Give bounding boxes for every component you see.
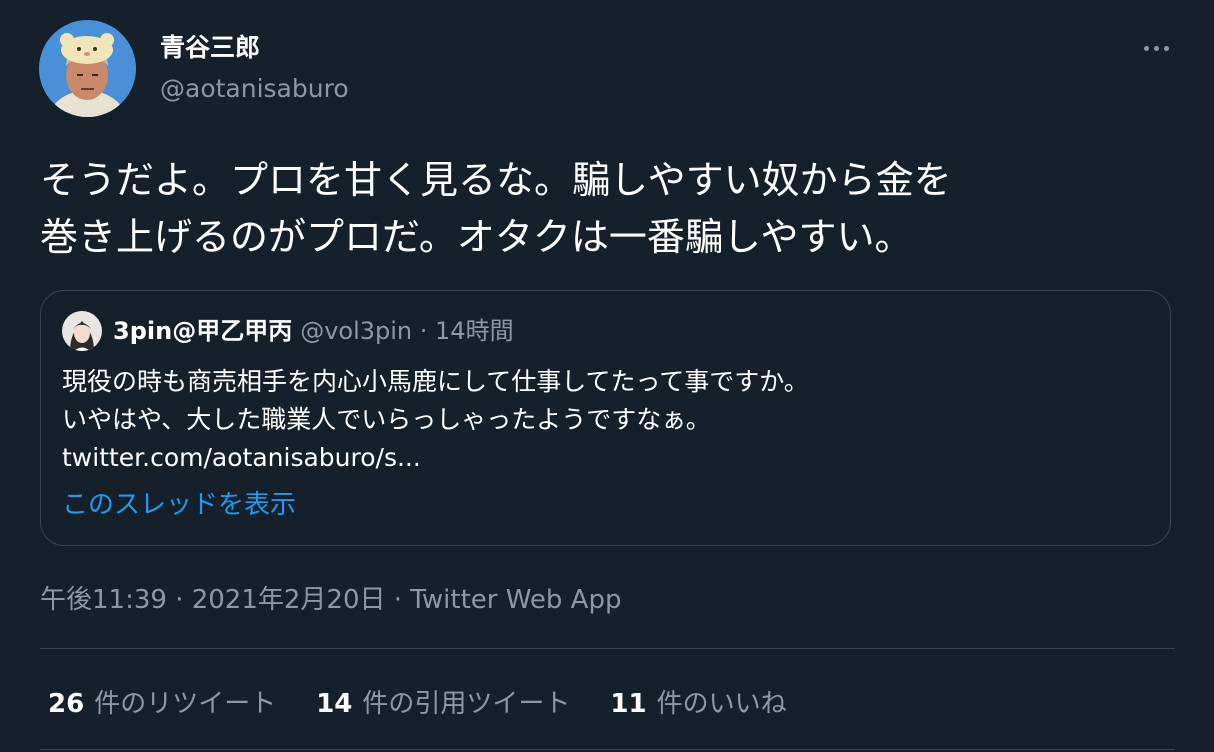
divider-top — [40, 648, 1175, 649]
quote-header: 3pin@甲乙甲丙 @vol3pin · 14時間 — [113, 315, 514, 347]
author-avatar[interactable] — [39, 20, 136, 117]
tweet-timestamp[interactable]: 午後11:39 · 2021年2月20日 · Twitter Web App — [40, 582, 621, 618]
author-display-name[interactable]: 青谷三郎 — [160, 30, 260, 66]
tweet-text: そうだよ。プロを甘く見るな。騙しやすい奴から金を 巻き上げるのがプロだ。オタクは… — [40, 152, 1180, 266]
more-horizontal-icon — [1153, 45, 1159, 51]
quote-tweets-label: 件の引用ツイート — [362, 688, 571, 719]
tweet-text-line: そうだよ。プロを甘く見るな。騙しやすい奴から金を — [40, 158, 952, 202]
quote-author-avatar-image — [62, 311, 102, 351]
retweets-stat[interactable]: 26 件のリツイート — [48, 683, 276, 720]
quote-author-avatar[interactable] — [62, 311, 102, 351]
quote-body: 現役の時も商売相手を内心小馬鹿にして仕事してたって事ですか。 いやはや、大した職… — [62, 363, 809, 477]
tweet-text-line: 巻き上げるのがプロだ。オタクは一番騙しやすい。 — [40, 215, 913, 259]
likes-count: 11 — [610, 688, 647, 719]
divider-bottom — [40, 749, 1175, 750]
quote-body-line: いやはや、大した職業人でいらっしゃったようですなぁ。 — [62, 405, 711, 434]
quote-tweets-stat[interactable]: 14 件の引用ツイート — [316, 683, 570, 720]
more-options-button[interactable] — [1132, 30, 1180, 66]
quote-author-name[interactable]: 3pin@甲乙甲丙 — [113, 317, 292, 345]
quote-author-meta: @vol3pin · 14時間 — [300, 317, 514, 345]
likes-label: 件のいいね — [656, 688, 787, 719]
quoted-tweet-card[interactable]: 3pin@甲乙甲丙 @vol3pin · 14時間 現役の時も商売相手を内心小馬鹿… — [40, 290, 1171, 546]
more-horizontal-icon — [1143, 45, 1149, 51]
quote-link[interactable]: twitter.com/aotanisaburo/s... — [62, 439, 809, 477]
retweets-count: 26 — [48, 688, 85, 719]
quote-body-line: 現役の時も商売相手を内心小馬鹿にして仕事してたって事ですか。 — [62, 367, 809, 396]
retweets-label: 件のリツイート — [94, 688, 277, 719]
quote-tweets-count: 14 — [316, 688, 353, 719]
author-handle[interactable]: @aotanisaburo — [160, 71, 349, 107]
author-avatar-image — [39, 20, 136, 117]
more-horizontal-icon — [1163, 45, 1169, 51]
likes-stat[interactable]: 11 件のいいね — [610, 683, 786, 720]
show-thread-link[interactable]: このスレッドを表示 — [62, 487, 296, 523]
tweet-stats: 26 件のリツイート 14 件の引用ツイート 11 件のいいね — [48, 681, 827, 721]
